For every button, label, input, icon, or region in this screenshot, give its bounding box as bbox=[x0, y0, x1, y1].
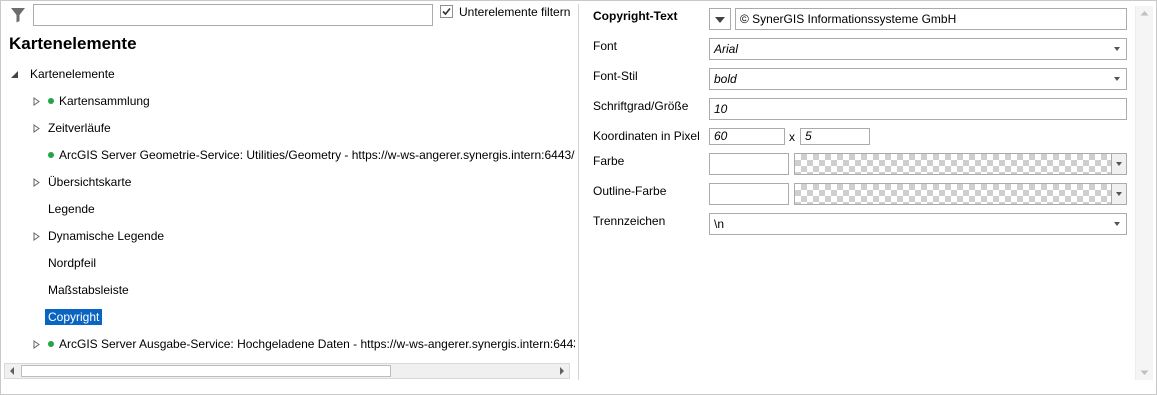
font-select[interactable]: Arial bbox=[709, 38, 1127, 60]
status-dot bbox=[48, 341, 54, 347]
collapsed-arrow-icon[interactable] bbox=[32, 340, 41, 349]
coord-y-input[interactable]: 5 bbox=[800, 128, 870, 145]
elements-tree: Kartenelemente Kartensammlung Zeitverläu… bbox=[0, 62, 575, 362]
tree-item-massstabsleiste[interactable]: Maßstabsleiste bbox=[48, 280, 129, 300]
filter-children-label: Unterelemente filtern bbox=[459, 5, 571, 19]
chevron-down-icon bbox=[1116, 192, 1122, 196]
chevron-up-icon[interactable] bbox=[1140, 10, 1149, 16]
tree-item-copyright[interactable]: Copyright bbox=[45, 307, 103, 327]
font-size-input[interactable]: 10 bbox=[709, 98, 1127, 120]
separator-select[interactable]: \n bbox=[709, 213, 1127, 235]
coord-separator: x bbox=[789, 130, 795, 144]
color-label: Farbe bbox=[593, 154, 625, 168]
font-style-label: Font-Stil bbox=[593, 69, 638, 83]
collapsed-arrow-icon[interactable] bbox=[32, 97, 41, 106]
separator-select-value: \n bbox=[714, 217, 725, 231]
tree-item-label: Dynamische Legende bbox=[48, 229, 165, 243]
font-select-value: Arial bbox=[714, 42, 739, 56]
tree-item-label: ArcGIS Server Geometrie-Service: Utiliti… bbox=[59, 148, 575, 162]
tree-root-label: Kartenelemente bbox=[30, 67, 115, 81]
tree-item-geometry-service[interactable]: ArcGIS Server Geometrie-Service: Utiliti… bbox=[48, 145, 575, 165]
coordinates-label: Koordinaten in Pixel bbox=[593, 129, 700, 143]
chevron-down-icon bbox=[1116, 162, 1122, 166]
chevron-down-icon bbox=[1114, 47, 1120, 51]
outline-color-label: Outline-Farbe bbox=[593, 184, 667, 198]
color-swatch[interactable] bbox=[709, 153, 789, 175]
color-dropdown-button[interactable] bbox=[1111, 154, 1126, 174]
tree-item-nordpfeil[interactable]: Nordpfeil bbox=[48, 253, 96, 273]
font-label: Font bbox=[593, 39, 618, 53]
chevron-down-icon bbox=[1114, 77, 1120, 81]
status-dot bbox=[48, 152, 54, 158]
checkmark-icon bbox=[442, 7, 451, 16]
tree-item-label: Kartensammlung bbox=[59, 94, 150, 108]
outline-color-picker[interactable] bbox=[794, 183, 1127, 205]
tree-item-label: Zeitverläufe bbox=[48, 121, 111, 135]
font-style-select-value: bold bbox=[714, 72, 737, 86]
scrollbar-thumb[interactable] bbox=[21, 365, 391, 377]
panel-title: Kartenelemente bbox=[9, 34, 137, 53]
tree-item-label: Maßstabsleiste bbox=[48, 283, 129, 297]
scroll-left-button[interactable] bbox=[5, 364, 20, 378]
status-dot bbox=[48, 98, 54, 104]
copyright-text-label: Copyright-Text bbox=[593, 9, 678, 23]
outline-color-dropdown-button[interactable] bbox=[1111, 184, 1126, 204]
collapsed-arrow-icon[interactable] bbox=[32, 178, 41, 187]
chevron-right-icon bbox=[560, 367, 564, 375]
outline-color-swatch[interactable] bbox=[709, 183, 789, 205]
tree-item-label: Übersichtskarte bbox=[48, 175, 132, 189]
filter-children-checkbox[interactable] bbox=[440, 5, 453, 18]
scroll-right-button[interactable] bbox=[554, 364, 569, 378]
filter-input[interactable] bbox=[33, 4, 433, 26]
filter-icon[interactable] bbox=[10, 7, 26, 23]
copyright-text-input[interactable]: © SynerGIS Informationssysteme GmbH bbox=[735, 8, 1127, 30]
tree-item-label: Nordpfeil bbox=[48, 256, 97, 270]
elements-panel: Unterelemente filtern Kartenelemente Kar… bbox=[0, 0, 578, 393]
chevron-left-icon bbox=[10, 367, 14, 375]
font-style-select[interactable]: bold bbox=[709, 68, 1127, 90]
properties-panel: Copyright-Text © SynerGIS Informationssy… bbox=[579, 0, 1155, 393]
collapsed-arrow-icon[interactable] bbox=[32, 124, 41, 133]
color-picker[interactable] bbox=[794, 153, 1127, 175]
coord-x-input[interactable]: 60 bbox=[709, 128, 785, 145]
tree-item-label-selected: Copyright bbox=[45, 309, 103, 325]
tree-item-label: Legende bbox=[48, 202, 95, 216]
separator-label: Trennzeichen bbox=[593, 214, 666, 228]
vertical-scrollbar[interactable] bbox=[1135, 6, 1153, 380]
tree-item-label: ArcGIS Server Ausgabe-Service: Hochgelad… bbox=[59, 337, 575, 351]
chevron-down-icon bbox=[1114, 222, 1120, 226]
collapsed-arrow-icon[interactable] bbox=[32, 232, 41, 241]
chevron-down-icon[interactable] bbox=[1140, 370, 1149, 376]
copyright-text-dropdown-button[interactable] bbox=[709, 8, 731, 30]
dropdown-triangle-icon bbox=[715, 17, 725, 23]
expanded-arrow-icon[interactable] bbox=[10, 70, 19, 79]
tree-item-legende[interactable]: Legende bbox=[48, 199, 95, 219]
font-size-label: Schriftgrad/Größe bbox=[593, 99, 689, 113]
horizontal-scrollbar[interactable] bbox=[4, 363, 570, 379]
